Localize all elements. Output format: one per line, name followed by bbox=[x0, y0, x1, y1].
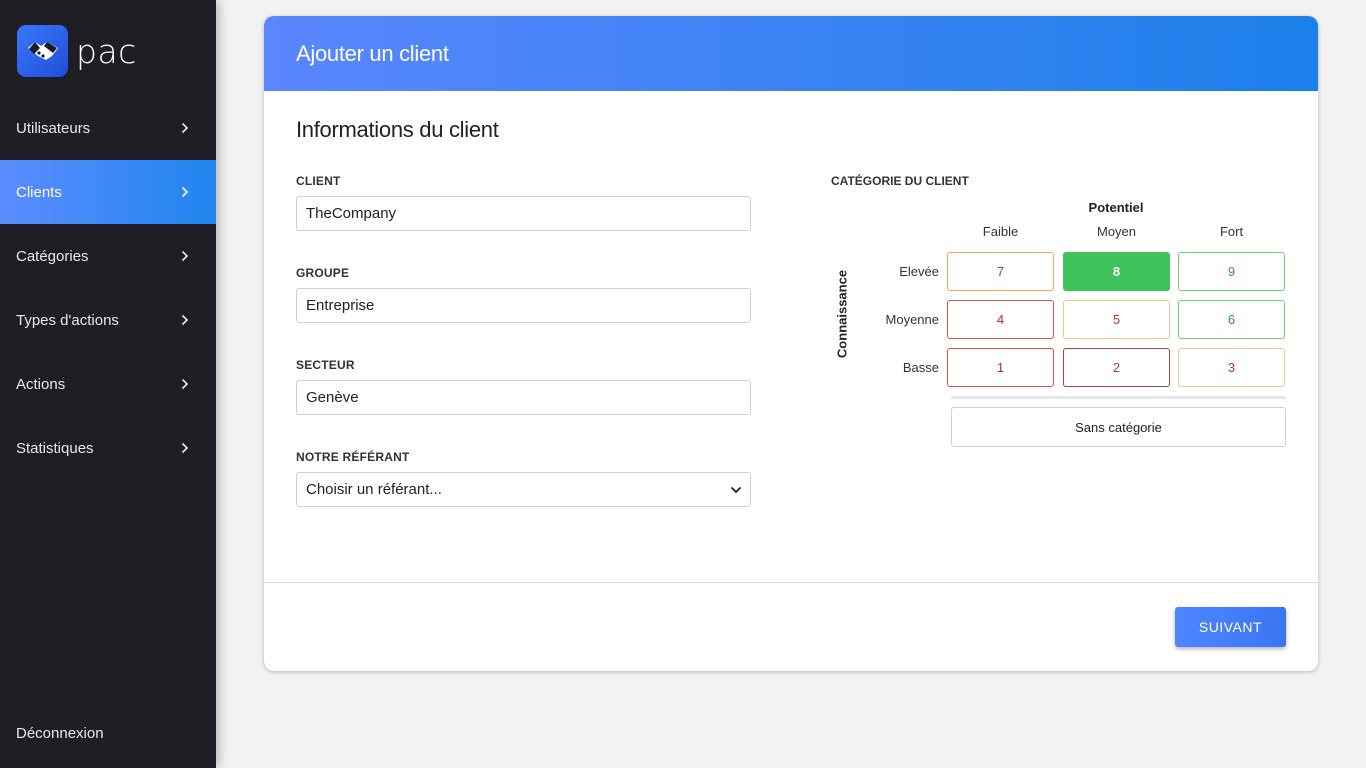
client-label: CLIENT bbox=[296, 174, 341, 188]
groupe-label: GROUPE bbox=[296, 266, 350, 280]
category-label: CATÉGORIE DU CLIENT bbox=[831, 174, 969, 188]
secteur-field[interactable] bbox=[296, 380, 751, 415]
brand[interactable]: pac bbox=[17, 25, 137, 77]
category-cell-7[interactable]: 7 bbox=[947, 252, 1054, 291]
row-header-moyenne: Moyenne bbox=[885, 312, 939, 327]
chevron-right-icon bbox=[178, 313, 192, 327]
logout-link[interactable]: Déconnexion bbox=[16, 725, 104, 742]
sidebar-item-types-actions[interactable]: Types d'actions bbox=[0, 288, 216, 352]
category-cell-2[interactable]: 2 bbox=[1063, 348, 1170, 387]
sidebar-item-label: Utilisateurs bbox=[16, 119, 91, 137]
sidebar-item-label: Statistiques bbox=[16, 439, 94, 457]
chevron-right-icon bbox=[178, 185, 192, 199]
page-title: Ajouter un client bbox=[296, 40, 449, 66]
card-header: Ajouter un client bbox=[264, 16, 1318, 91]
chevron-right-icon bbox=[178, 249, 192, 263]
add-client-card: Ajouter un client Informations du client… bbox=[264, 16, 1318, 671]
chevron-down-icon bbox=[730, 481, 742, 498]
category-cell-9[interactable]: 9 bbox=[1178, 252, 1285, 291]
next-button[interactable]: SUIVANT bbox=[1175, 607, 1286, 647]
column-header-faible: Faible bbox=[982, 224, 1019, 239]
sidebar-item-label: Types d'actions bbox=[16, 311, 119, 329]
row-header-basse: Basse bbox=[902, 360, 939, 375]
chevron-right-icon bbox=[178, 121, 192, 135]
category-cell-1[interactable]: 1 bbox=[947, 348, 1054, 387]
sidebar-item-categories[interactable]: Catégories bbox=[0, 224, 216, 288]
category-cell-3[interactable]: 3 bbox=[1178, 348, 1285, 387]
category-cell-8[interactable]: 8 bbox=[1063, 252, 1170, 291]
category-cell-6[interactable]: 6 bbox=[1178, 300, 1285, 339]
card-footer-divider bbox=[264, 582, 1318, 583]
no-category-button[interactable]: Sans catégorie bbox=[951, 407, 1286, 447]
handshake-icon bbox=[17, 25, 68, 77]
potentiel-axis-title: Potentiel bbox=[1088, 200, 1144, 215]
chevron-right-icon bbox=[178, 441, 192, 455]
connaissance-axis-title: Connaissance bbox=[834, 269, 850, 359]
sidebar: pac Utilisateurs Clients Catégories Type… bbox=[0, 0, 216, 768]
secteur-label: SECTEUR bbox=[296, 358, 355, 372]
sidebar-item-label: Clients bbox=[16, 183, 62, 201]
sidebar-item-label: Catégories bbox=[16, 247, 89, 265]
sidebar-item-clients[interactable]: Clients bbox=[0, 160, 216, 224]
referant-select[interactable]: Choisir un référant... bbox=[296, 472, 751, 507]
sidebar-item-statistiques[interactable]: Statistiques bbox=[0, 416, 216, 480]
category-cell-5[interactable]: 5 bbox=[1063, 300, 1170, 339]
column-header-fort: Fort bbox=[1219, 224, 1244, 239]
sidebar-item-label: Actions bbox=[16, 375, 66, 393]
sidebar-item-actions[interactable]: Actions bbox=[0, 352, 216, 416]
category-cell-4[interactable]: 4 bbox=[947, 300, 1054, 339]
column-header-moyen: Moyen bbox=[1096, 224, 1137, 239]
brand-name: pac bbox=[76, 31, 137, 71]
client-field[interactable] bbox=[296, 196, 751, 231]
groupe-field[interactable] bbox=[296, 288, 751, 323]
category-divider bbox=[951, 396, 1286, 399]
section-title: Informations du client bbox=[296, 117, 499, 142]
chevron-right-icon bbox=[178, 377, 192, 391]
row-header-elevee: Elevée bbox=[899, 264, 939, 279]
referant-select-value: Choisir un référant... bbox=[306, 481, 442, 498]
sidebar-item-utilisateurs[interactable]: Utilisateurs bbox=[0, 96, 216, 160]
referant-label: NOTRE RÉFÉRANT bbox=[296, 450, 410, 464]
